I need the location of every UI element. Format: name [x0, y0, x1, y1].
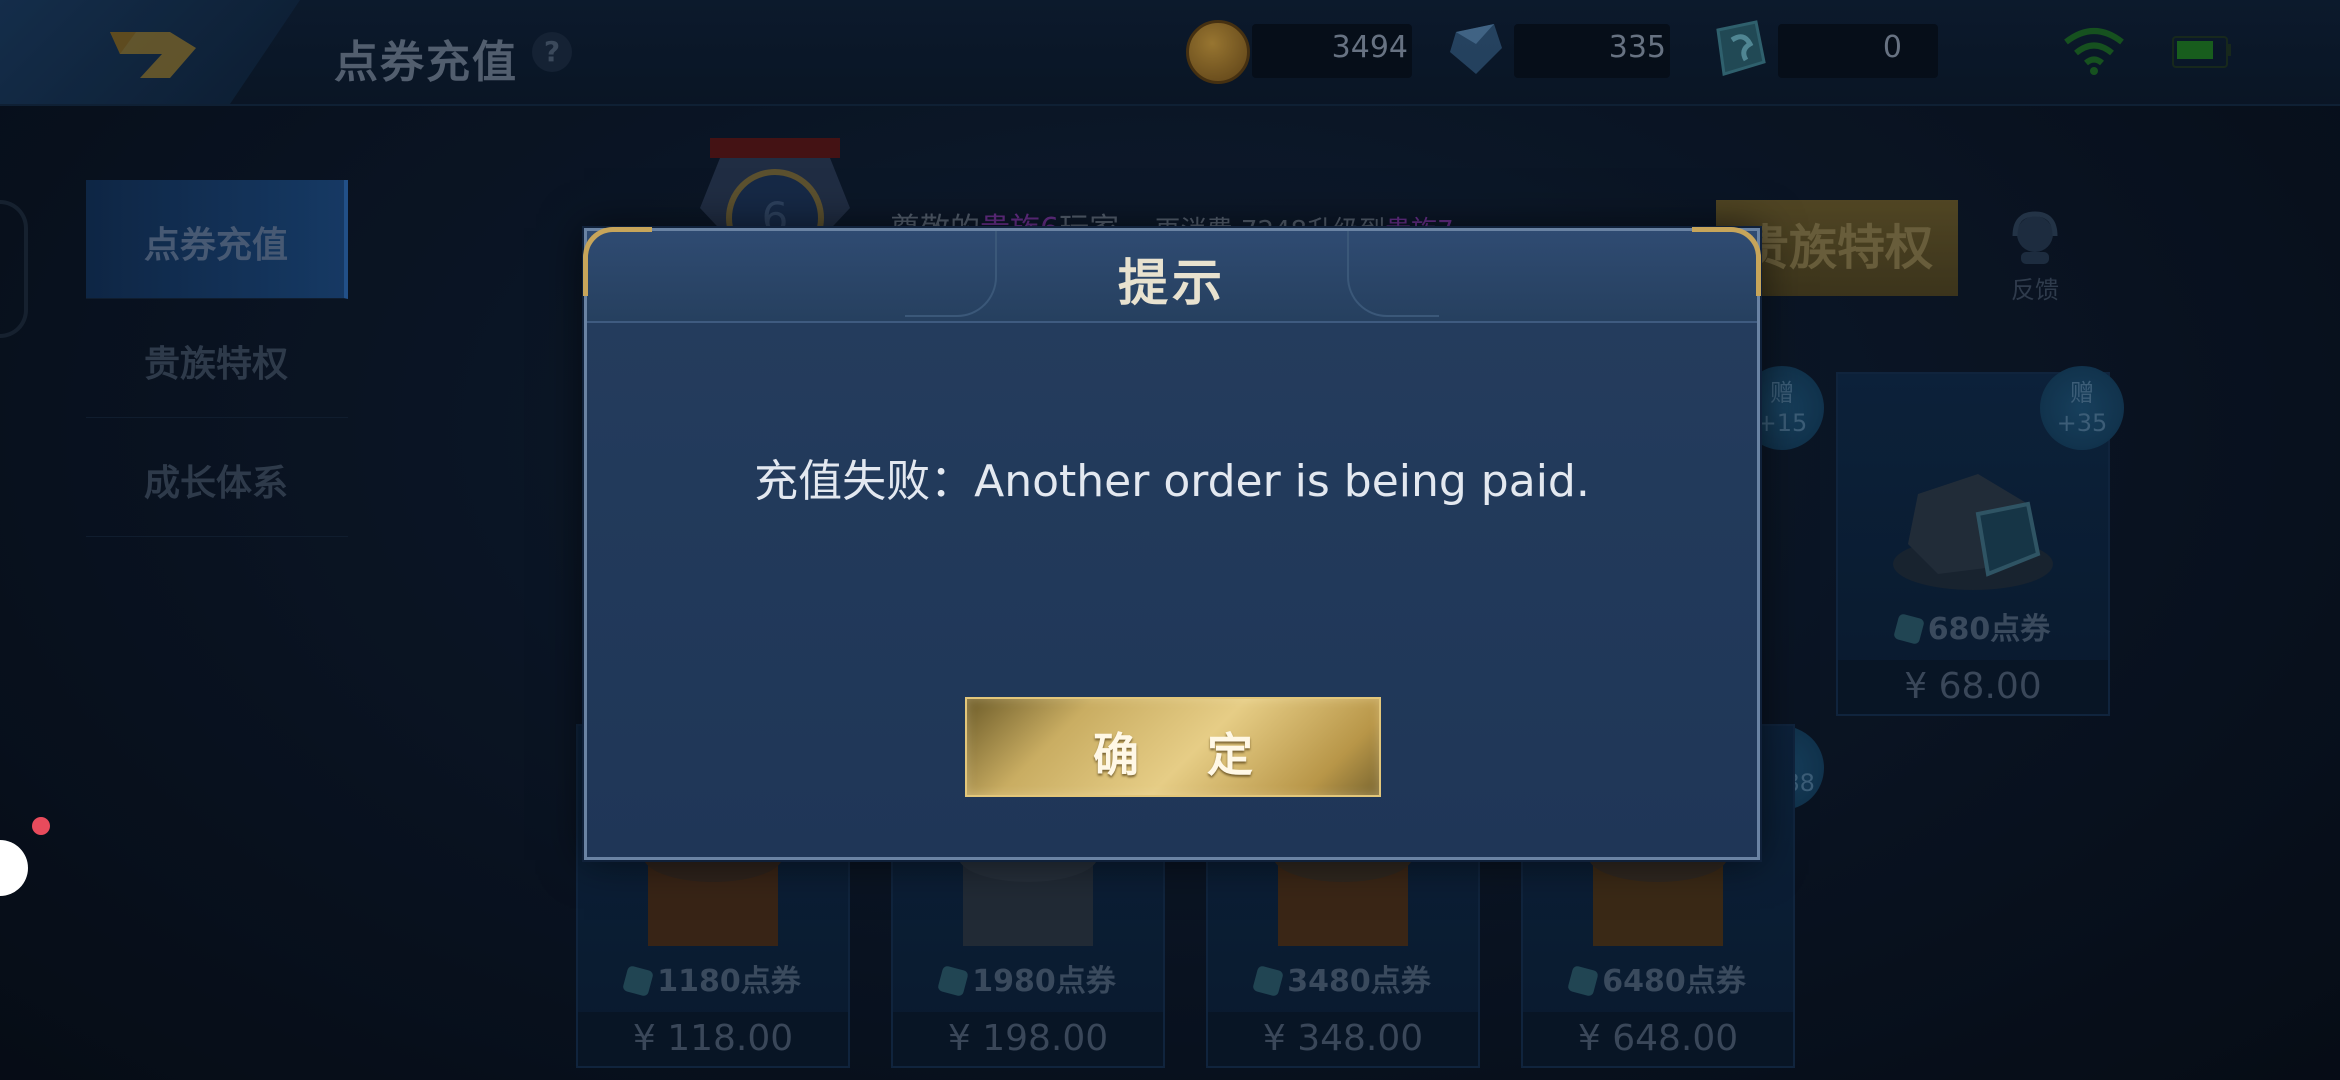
dialog-title: 提示	[1118, 254, 1226, 312]
gold-corner-ornament	[583, 227, 652, 296]
confirm-button[interactable]: 确 定	[965, 697, 1381, 797]
dialog-message: 充值失败：Another order is being paid.	[754, 456, 1590, 507]
gold-corner-ornament	[1692, 227, 1761, 296]
notification-dot	[32, 817, 50, 835]
dialog-header: 提示	[587, 231, 1757, 323]
alert-dialog: 提示 充值失败：Another order is being paid. 确 定	[583, 227, 1761, 860]
confirm-button-label: 确 定	[1092, 728, 1279, 782]
